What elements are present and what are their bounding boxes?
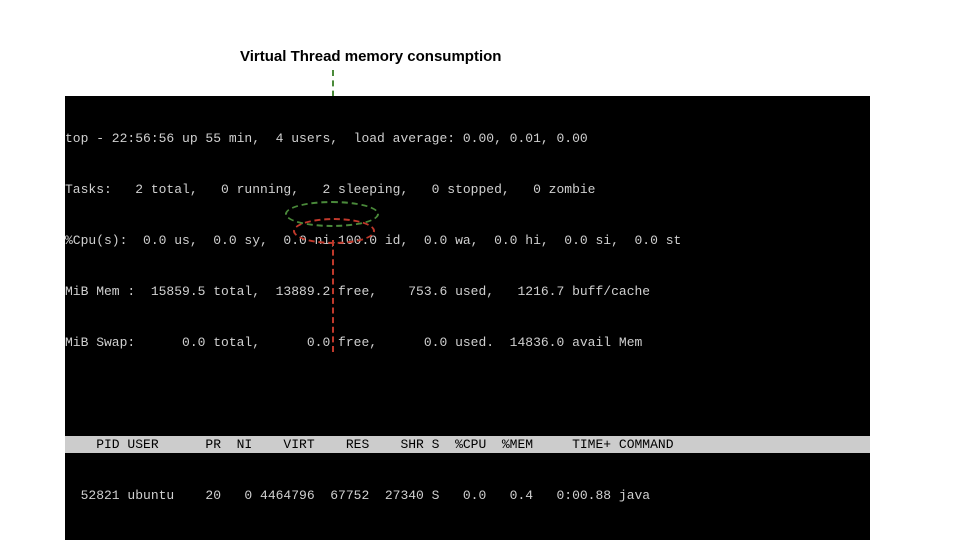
- top-line-blank: [65, 385, 870, 402]
- terminal-top-output: top - 22:56:56 up 55 min, 4 users, load …: [65, 96, 870, 540]
- top-line-mem: MiB Mem : 15859.5 total, 13889.2 free, 7…: [65, 283, 870, 300]
- top-line-tasks: Tasks: 2 total, 0 running, 2 sleeping, 0…: [65, 181, 870, 198]
- annotation-virtual-thread: Virtual Thread memory consumption: [240, 48, 501, 65]
- top-line-uptime: top - 22:56:56 up 55 min, 4 users, load …: [65, 130, 870, 147]
- indicator-line-platform: [332, 240, 334, 352]
- highlight-virt-platform-thread: [293, 218, 375, 244]
- annotation-platform-thread: Platform Thread memory consumption: [255, 358, 531, 375]
- process-row-1: 52821 ubuntu 20 0 4464796 67752 27340 S …: [65, 487, 870, 504]
- top-line-swap: MiB Swap: 0.0 total, 0.0 free, 0.0 used.…: [65, 334, 870, 351]
- top-line-cpu: %Cpu(s): 0.0 us, 0.0 sy, 0.0 ni,100.0 id…: [65, 232, 870, 249]
- top-column-header: PID USER PR NI VIRT RES SHR S %CPU %MEM …: [65, 436, 870, 453]
